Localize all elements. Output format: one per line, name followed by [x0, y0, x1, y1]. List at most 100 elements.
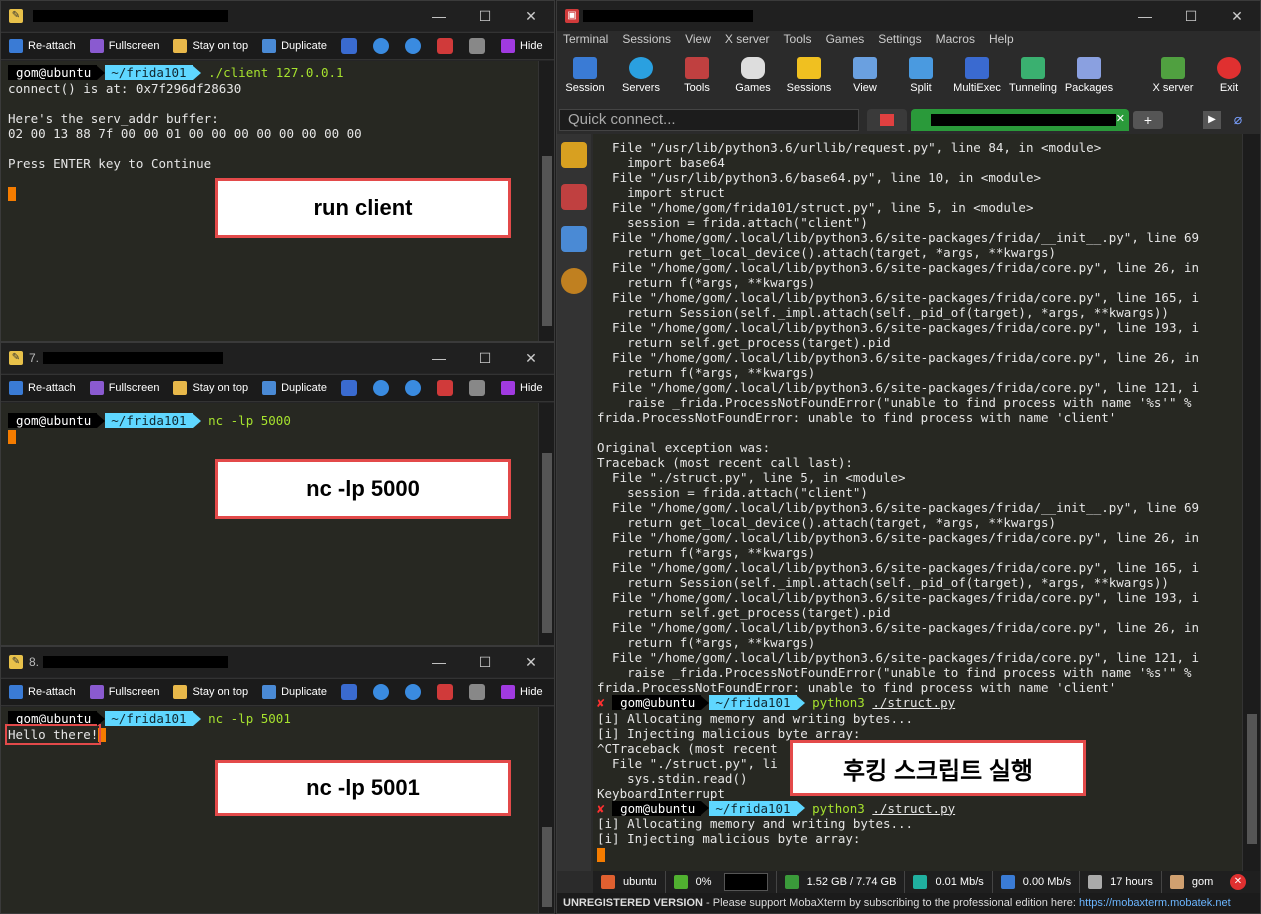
menu-macros[interactable]: Macros [936, 32, 975, 52]
session-button[interactable]: Session [557, 53, 613, 103]
fullscreen-button[interactable]: Fullscreen [89, 685, 159, 699]
edit-icon[interactable] [340, 684, 357, 700]
reattach-button[interactable]: Re-attach [9, 685, 76, 699]
output-line: connect() is at: 0x7f296df28630 [8, 80, 242, 96]
zoom-in-icon[interactable] [372, 38, 389, 54]
window-titlebar[interactable]: ✎ — ☐ ✕ [1, 1, 554, 31]
edit-icon[interactable] [340, 38, 357, 54]
reattach-icon [9, 381, 23, 395]
menu-games[interactable]: Games [826, 32, 865, 52]
stay-on-top-button[interactable]: Stay on top [173, 39, 248, 53]
maximize-button[interactable]: ☐ [462, 343, 508, 373]
window-titlebar[interactable]: ✎ 8. — ☐ ✕ [1, 647, 554, 677]
hide-button[interactable]: Hide [500, 685, 543, 699]
split-button[interactable]: Split [893, 53, 949, 103]
menu-settings[interactable]: Settings [878, 32, 921, 52]
duplicate-button[interactable]: Duplicate [262, 381, 327, 395]
hide-button[interactable]: Hide [500, 381, 543, 395]
close-button[interactable]: ✕ [508, 343, 554, 373]
tab-session-active[interactable]: ✕ [911, 109, 1129, 131]
multiexec-button[interactable]: MultiExec [949, 53, 1005, 103]
zoom-out-icon[interactable] [404, 38, 421, 54]
new-tab-button[interactable]: + [1133, 111, 1163, 129]
packages-icon [1077, 57, 1101, 79]
scrollbar[interactable] [1242, 134, 1260, 871]
minimize-button[interactable]: — [416, 1, 462, 31]
stay-on-top-button[interactable]: Stay on top [173, 381, 248, 395]
tab-scroll-right[interactable]: ▶ [1203, 111, 1221, 129]
maximize-button[interactable]: ☐ [1168, 1, 1214, 31]
scrollbar[interactable] [538, 707, 554, 913]
menu-x-server[interactable]: X server [725, 32, 770, 52]
output-line: File "/home/gom/.local/lib/python3.6/sit… [597, 650, 1200, 665]
annotation-run-client: run client [215, 178, 511, 238]
output-line: Here's the serv_addr buffer: [8, 110, 219, 126]
prompt-separator [97, 65, 106, 80]
save-icon[interactable] [436, 684, 453, 700]
menu-tools[interactable]: Tools [784, 32, 812, 52]
output-line: import struct [597, 185, 725, 200]
terminal-output[interactable]: gom@ubuntu ~/frida101 nc -lp 5000 [1, 403, 538, 645]
unregistered-banner: UNREGISTERED VERSION - Please support Mo… [557, 893, 1260, 913]
menu-help[interactable]: Help [989, 32, 1014, 52]
packages-button[interactable]: Packages [1061, 53, 1117, 103]
fullscreen-button[interactable]: Fullscreen [89, 39, 159, 53]
macro-sidebar-icon[interactable] [561, 268, 587, 294]
minimize-button[interactable]: — [416, 343, 462, 373]
attach-icon[interactable]: ⌀ [1229, 111, 1247, 129]
duplicate-button[interactable]: Duplicate [262, 39, 327, 53]
edit-icon[interactable] [340, 380, 357, 396]
output-line: File "/home/gom/.local/lib/python3.6/sit… [597, 560, 1200, 575]
user-icon [1169, 875, 1184, 889]
star-sidebar-icon[interactable] [561, 142, 587, 168]
stay-on-top-icon [173, 381, 188, 395]
stay-on-top-button[interactable]: Stay on top [173, 685, 248, 699]
output-line: return get_local_device().attach(target,… [597, 245, 1057, 260]
close-button[interactable]: ✕ [508, 1, 554, 31]
tools-sidebar-icon[interactable] [561, 184, 587, 210]
window-titlebar[interactable]: ▣ — ☐ ✕ [557, 1, 1260, 31]
print-icon[interactable] [468, 380, 485, 396]
hide-button[interactable]: Hide [500, 39, 543, 53]
menu-sessions[interactable]: Sessions [622, 32, 671, 52]
scrollbar[interactable] [538, 61, 554, 341]
mobaxterm-link[interactable]: https://mobaxterm.mobatek.net [1079, 897, 1231, 909]
menu-terminal[interactable]: Terminal [563, 32, 608, 52]
zoom-in-icon[interactable] [372, 684, 389, 700]
sessions-button[interactable]: Sessions [781, 53, 837, 103]
x-server-button[interactable]: X server [1145, 53, 1201, 103]
minimize-button[interactable]: — [416, 647, 462, 677]
duplicate-button[interactable]: Duplicate [262, 685, 327, 699]
quick-connect-input[interactable]: Quick connect... [559, 109, 859, 131]
close-circle-icon[interactable]: ✕ [1230, 874, 1246, 890]
close-button[interactable]: ✕ [1214, 1, 1260, 31]
maximize-button[interactable]: ☐ [462, 647, 508, 677]
window-titlebar[interactable]: ✎ 7. — ☐ ✕ [1, 343, 554, 373]
reattach-button[interactable]: Re-attach [9, 39, 76, 53]
tab-close-icon[interactable]: ✕ [1116, 112, 1125, 125]
multiexec-icon [965, 57, 989, 79]
scrollbar[interactable] [538, 403, 554, 645]
zoom-out-icon[interactable] [404, 380, 421, 396]
reattach-button[interactable]: Re-attach [9, 381, 76, 395]
zoom-out-icon[interactable] [404, 684, 421, 700]
send-sidebar-icon[interactable] [561, 226, 587, 252]
print-icon[interactable] [468, 684, 485, 700]
exit-button[interactable]: Exit [1201, 53, 1257, 103]
tunneling-button[interactable]: Tunneling [1005, 53, 1061, 103]
servers-button[interactable]: Servers [613, 53, 669, 103]
fullscreen-button[interactable]: Fullscreen [89, 381, 159, 395]
close-button[interactable]: ✕ [508, 647, 554, 677]
maximize-button[interactable]: ☐ [462, 1, 508, 31]
menu-view[interactable]: View [685, 32, 711, 52]
zoom-in-icon[interactable] [372, 380, 389, 396]
save-icon[interactable] [436, 380, 453, 396]
games-button[interactable]: Games [725, 53, 781, 103]
view-button[interactable]: View [837, 53, 893, 103]
tab-home[interactable] [867, 109, 907, 131]
save-icon[interactable] [436, 38, 453, 54]
minimize-button[interactable]: — [1122, 1, 1168, 31]
menu-bar: Terminal Sessions View X server Tools Ga… [557, 32, 1260, 52]
tools-button[interactable]: Tools [669, 53, 725, 103]
print-icon[interactable] [468, 38, 485, 54]
